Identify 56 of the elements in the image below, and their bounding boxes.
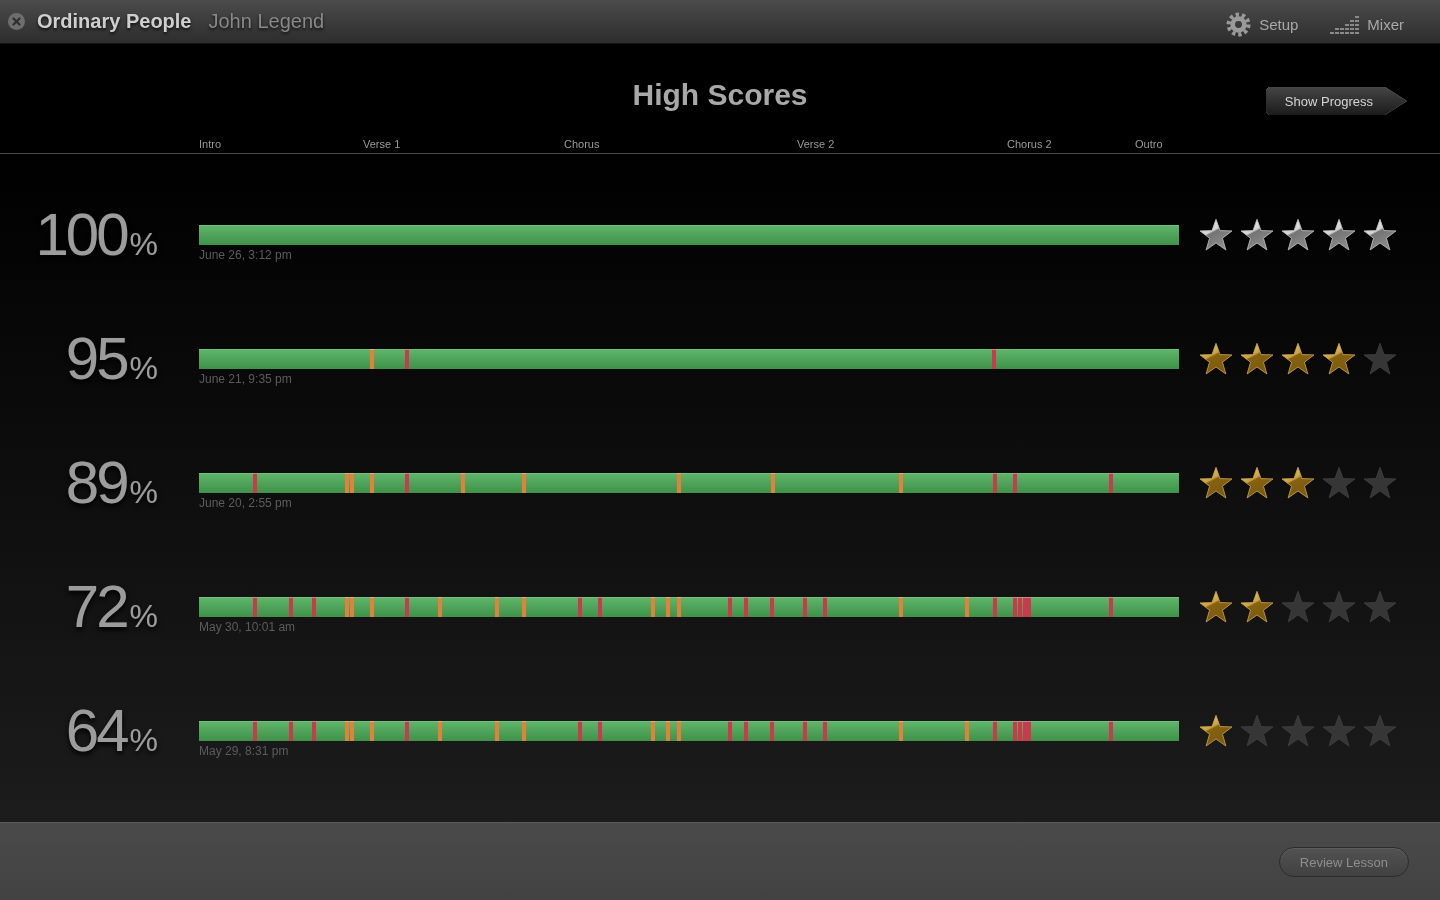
section-label: Verse 2: [797, 137, 835, 151]
close-icon[interactable]: [8, 13, 25, 30]
section-label: Outro: [1135, 137, 1163, 151]
percent-sign: %: [129, 474, 158, 510]
star-icon: [1281, 342, 1315, 376]
percent-sign: %: [129, 350, 158, 386]
date-label: June 21, 9:35 pm: [199, 373, 292, 386]
star-icon: [1281, 590, 1315, 624]
percent-sign: %: [129, 598, 158, 634]
percent-sign: %: [129, 226, 158, 262]
star-icon: [1240, 714, 1274, 748]
section-label: Intro: [199, 137, 221, 151]
star-icon: [1240, 218, 1274, 252]
star-icon: [1363, 342, 1397, 376]
date-label: June 20, 2:55 pm: [199, 497, 292, 510]
score-value: 100: [35, 201, 127, 268]
song-title: Ordinary People: [37, 10, 192, 33]
date-label: May 30, 10:01 am: [199, 621, 296, 634]
star-icon: [1199, 342, 1233, 376]
star-icon: [1363, 714, 1397, 748]
review-lesson-button[interactable]: Review Lesson: [1278, 847, 1409, 877]
star-icon: [1199, 714, 1233, 748]
star-icon: [1363, 218, 1397, 252]
star-icon: [1240, 466, 1274, 500]
mixer-button[interactable]: Mixer: [1330, 14, 1404, 34]
star-icon: [1322, 466, 1356, 500]
gear-icon: [1226, 11, 1252, 37]
star-icon: [1199, 218, 1233, 252]
page-title: High Scores: [632, 77, 808, 113]
star-icon: [1281, 466, 1315, 500]
artist-name: John Legend: [208, 10, 325, 33]
percent-sign: %: [129, 722, 158, 758]
score-value: 64: [65, 697, 127, 764]
star-icon: [1363, 466, 1397, 500]
show-progress-button[interactable]: Show Progress: [1265, 87, 1407, 115]
star-icon: [1281, 714, 1315, 748]
star-icon: [1322, 714, 1356, 748]
section-label: Verse 1: [363, 137, 401, 151]
setup-button[interactable]: Setup: [1226, 11, 1299, 37]
star-icon: [1322, 590, 1356, 624]
section-label: Chorus 2: [1007, 137, 1052, 151]
score-value: 72: [65, 573, 127, 640]
star-icon: [1199, 466, 1233, 500]
star-icon: [1363, 590, 1397, 624]
star-icon: [1281, 218, 1315, 252]
score-value: 89: [65, 449, 127, 516]
star-icon: [1199, 590, 1233, 624]
level-meter-icon: [1330, 14, 1360, 34]
star-icon: [1322, 342, 1356, 376]
date-label: May 29, 8:31 pm: [199, 745, 289, 758]
section-label: Chorus: [564, 137, 600, 151]
score-value: 95: [65, 325, 127, 392]
star-icon: [1240, 590, 1274, 624]
star-icon: [1240, 342, 1274, 376]
star-icon: [1322, 218, 1356, 252]
date-label: June 26, 3:12 pm: [199, 249, 292, 262]
